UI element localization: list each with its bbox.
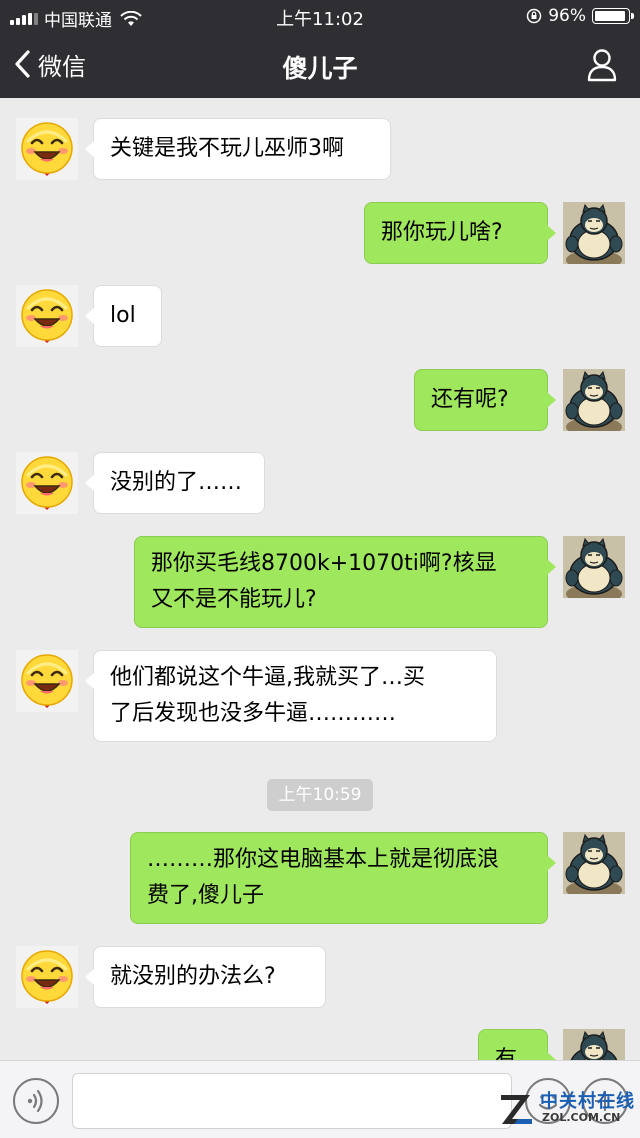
message-bubble[interactable]: 他们都说这个牛逼,我就买了…买 了后发现也没多牛逼…………	[85, 650, 497, 742]
battery-fill	[595, 11, 625, 21]
person-icon	[587, 49, 617, 82]
message-bubble[interactable]: 就没别的办法么?	[85, 946, 326, 1008]
message-text: 关键是我不玩儿巫师3啊	[110, 136, 344, 161]
contact-avatar[interactable]	[16, 946, 78, 1008]
chat-title: 傻儿子	[282, 54, 358, 83]
message-bubble[interactable]: 没别的了……	[85, 452, 265, 514]
contact-avatar[interactable]	[16, 285, 78, 347]
message-input[interactable]	[72, 1073, 512, 1129]
chat-area[interactable]: 关键是我不玩儿巫师3啊 那你玩儿啥? lol 还有呢? 没别的了…… 那你买毛线…	[0, 98, 640, 1060]
message-bubble[interactable]: 有	[478, 1029, 556, 1060]
message-text-line: 那你买毛线8700k+1070ti啊?核显	[151, 551, 497, 576]
contact-avatar[interactable]	[16, 650, 78, 712]
my-avatar[interactable]	[563, 202, 625, 264]
contact-avatar[interactable]	[16, 452, 78, 514]
my-avatar[interactable]	[563, 369, 625, 431]
watermark: 中关村在线 ZOL.COM.CN	[498, 1085, 638, 1131]
message-bubble[interactable]: lol	[85, 285, 162, 347]
my-avatar[interactable]	[563, 1029, 625, 1060]
battery-icon	[592, 8, 634, 24]
voice-icon	[27, 1089, 43, 1113]
voice-button[interactable]	[13, 1078, 59, 1124]
my-avatar[interactable]	[563, 536, 625, 598]
message-bubble[interactable]: 关键是我不玩儿巫师3啊	[85, 118, 391, 180]
my-avatar[interactable]	[563, 832, 625, 894]
watermark-line1: 中关村在线	[540, 1091, 635, 1112]
message-text-line: 了后发现也没多牛逼…………	[110, 701, 397, 726]
message-text-line: ………那你这电脑基本上就是彻底浪	[147, 847, 500, 872]
top-bar: 中国联通 上午11:02 96% 微信 傻儿子	[0, 0, 640, 98]
message-text: 没别的了……	[110, 470, 243, 495]
message-text-line: 费了,傻儿子	[147, 883, 264, 908]
nav-bar: 微信 傻儿子	[0, 32, 640, 98]
message-text-line: 又不是不能玩儿?	[151, 587, 317, 612]
battery-percent: 96%	[548, 6, 586, 26]
message-text: lol	[110, 303, 136, 328]
message-text: 那你玩儿啥?	[381, 220, 503, 245]
profile-button[interactable]	[586, 48, 618, 82]
message-text: 就没别的办法么?	[110, 964, 276, 989]
contact-avatar[interactable]	[16, 118, 78, 180]
message-bubble[interactable]: 还有呢?	[414, 369, 556, 431]
message-bubble[interactable]: 那你玩儿啥?	[364, 202, 556, 264]
message-bubble[interactable]: 那你买毛线8700k+1070ti啊?核显 又不是不能玩儿?	[134, 536, 556, 628]
zol-logo-icon	[501, 1095, 532, 1124]
message-text: 还有呢?	[431, 387, 509, 412]
status-bar: 中国联通 上午11:02 96%	[0, 0, 640, 32]
message-text: 有	[495, 1047, 518, 1060]
orientation-lock-icon	[526, 8, 542, 24]
message-bubble[interactable]: ………那你这电脑基本上就是彻底浪 费了,傻儿子	[130, 832, 556, 924]
watermark-line2: ZOL.COM.CN	[542, 1111, 621, 1124]
status-right: 96%	[526, 6, 634, 26]
message-text-line: 他们都说这个牛逼,我就买了…买	[110, 665, 425, 690]
time-divider: 上午10:59	[267, 779, 373, 811]
